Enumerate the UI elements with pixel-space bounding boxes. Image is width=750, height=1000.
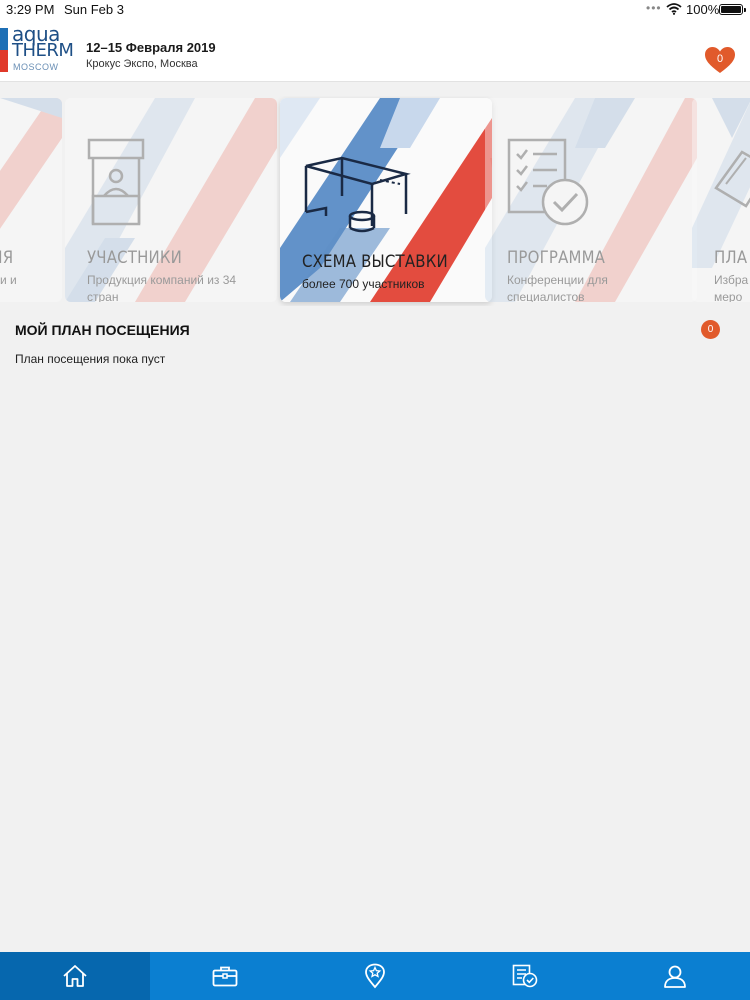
visit-plan-count-badge: 0 <box>701 320 720 339</box>
tab-map[interactable] <box>300 952 450 1000</box>
card-desc: Конференции для специалистов <box>507 273 608 302</box>
star-pin-icon <box>365 963 385 989</box>
profile-icon <box>664 965 686 988</box>
bottom-tab-bar <box>0 952 750 1000</box>
wifi-icon <box>666 3 682 15</box>
card-desc: Продукция компаний из 34 стран <box>87 273 237 302</box>
tab-exhibitors[interactable] <box>150 952 300 1000</box>
card-program[interactable]: ПРОГРАММА Конференции для специалистов <box>485 98 697 302</box>
app-header: aqua THERM MOSCOW 12–15 Февраля 2019 Кро… <box>0 20 750 82</box>
status-time: 3:29 PM <box>6 2 55 17</box>
card-desc: и и <box>0 273 17 287</box>
favorites-heart-button[interactable]: 0 <box>704 46 736 74</box>
status-date: Sun Feb 3 <box>64 2 124 17</box>
aquatherm-logo[interactable]: aqua THERM MOSCOW <box>0 22 80 76</box>
tab-profile[interactable] <box>600 952 750 1000</box>
checklist-document-icon <box>507 138 589 226</box>
logo-text-moscow: MOSCOW <box>13 62 59 72</box>
status-bar: 3:29 PM Sun Feb 3 ••• 100% <box>0 0 750 20</box>
card-participants[interactable]: УЧАСТНИКИ Продукция компаний из 34 стран <box>65 98 277 302</box>
card-title: УЧАСТНИКИ <box>87 248 183 268</box>
logo-text-therm: THERM <box>12 40 74 61</box>
card-exhibition-map[interactable]: СХЕМА ВЫСТАВКИ более 700 участников <box>280 98 492 302</box>
briefcase-icon <box>212 966 238 987</box>
favorites-count: 0 <box>716 53 724 65</box>
card-title: ПЛА <box>714 248 748 268</box>
booth-person-icon <box>87 138 145 226</box>
tab-program[interactable] <box>450 952 600 1000</box>
home-icon <box>63 965 87 987</box>
battery-icon <box>719 4 746 15</box>
visit-plan-empty-text: План посещения пока пуст <box>15 352 166 366</box>
card-desc: Избра меро <box>714 273 749 302</box>
card-title: НИЯ <box>0 248 14 268</box>
card-title: СХЕМА ВЫСТАВКИ <box>302 252 448 272</box>
exhibition-booth-icon <box>304 156 411 233</box>
sections-carousel[interactable]: НИЯ и и УЧАСТНИКИ Продукция компаний из … <box>0 96 750 306</box>
multitask-dots-icon: ••• <box>646 1 662 15</box>
card-title: ПРОГРАММА <box>507 248 606 268</box>
event-dates: 12–15 Февраля 2019 <box>86 40 216 55</box>
checklist-icon <box>512 964 538 988</box>
battery-percent: 100% <box>686 2 720 17</box>
card-partial-right[interactable]: ПЛА Избра меро <box>692 98 750 302</box>
card-desc: более 700 участников <box>302 277 425 291</box>
card-partial-left[interactable]: НИЯ и и <box>0 98 62 302</box>
map-icon <box>714 150 750 208</box>
event-venue: Крокус Экспо, Москва <box>86 58 198 70</box>
tab-home[interactable] <box>0 952 150 1000</box>
visit-plan-title: МОЙ ПЛАН ПОСЕЩЕНИЯ <box>15 322 190 338</box>
